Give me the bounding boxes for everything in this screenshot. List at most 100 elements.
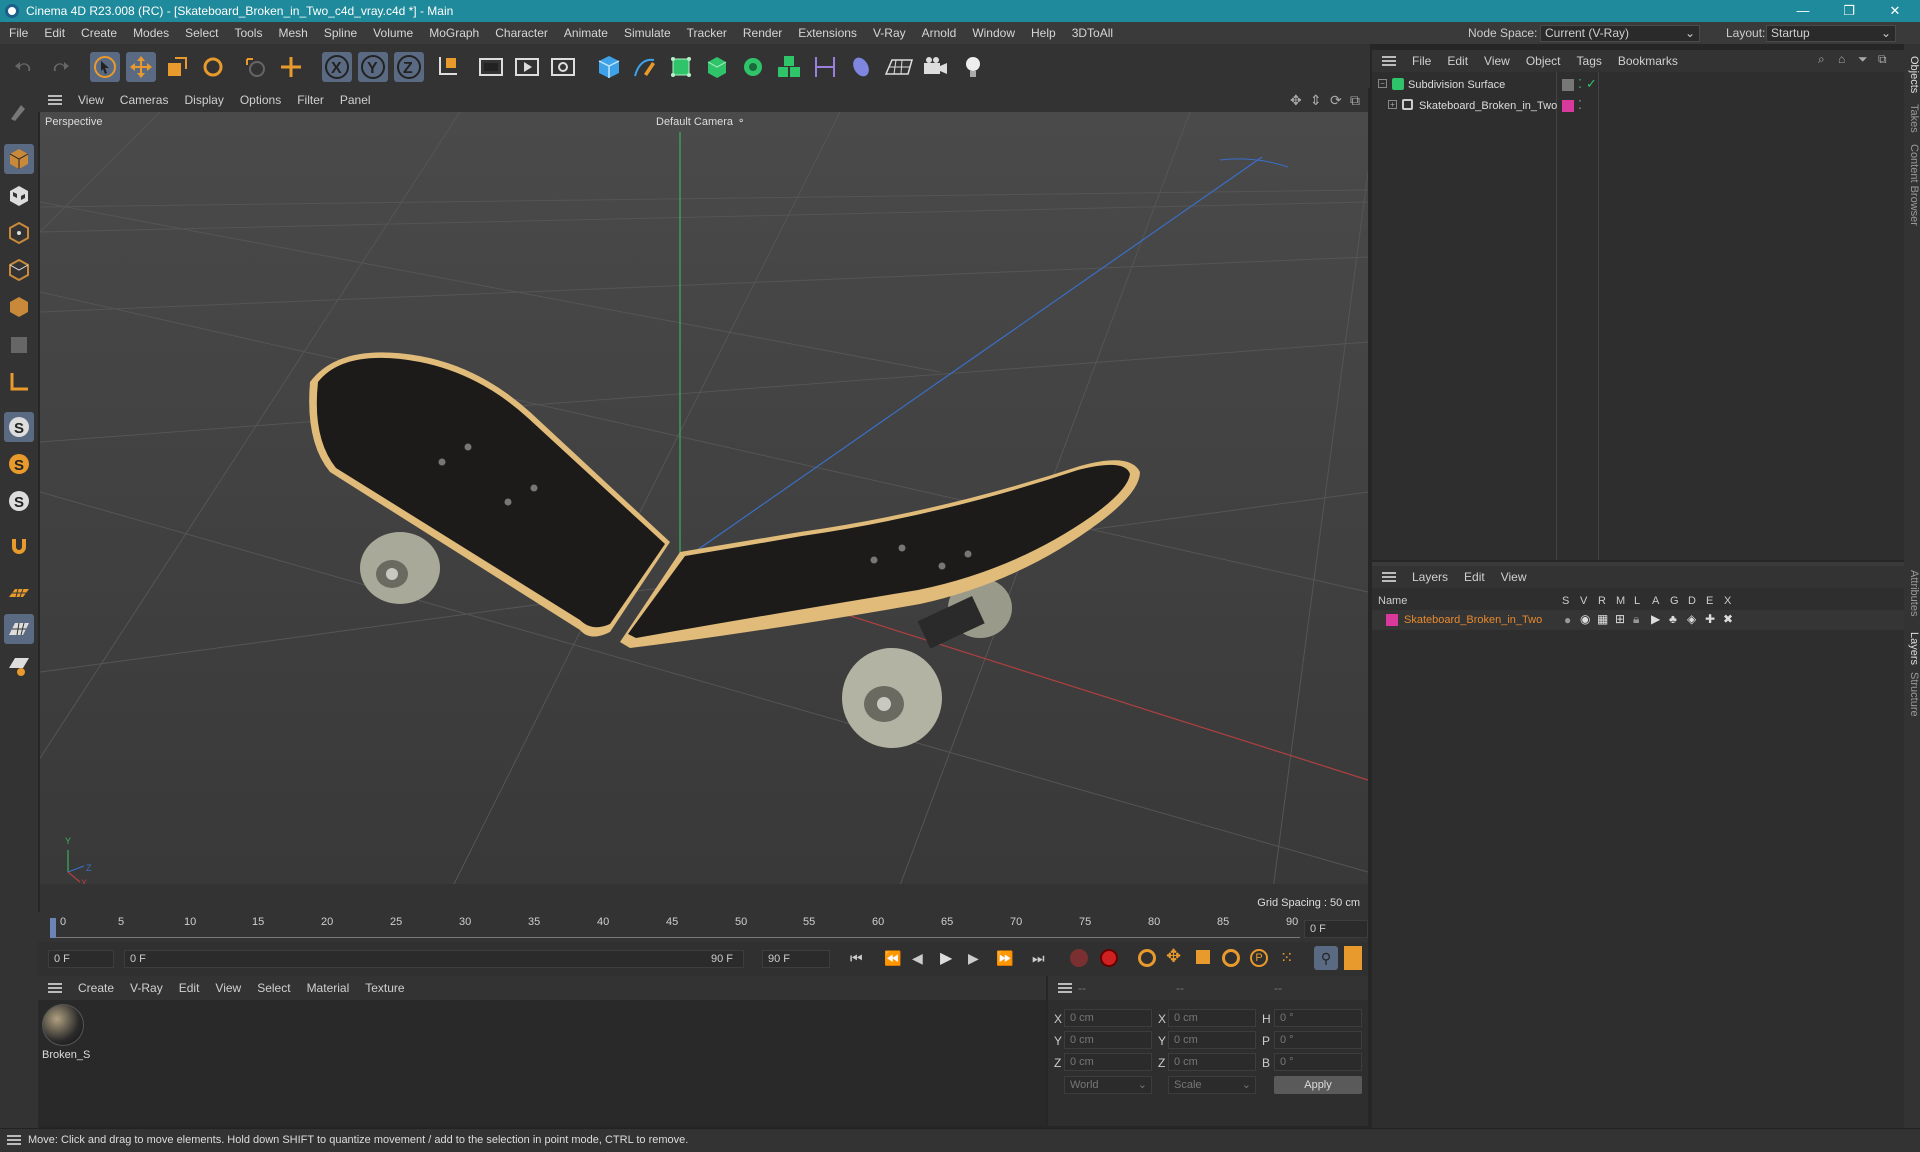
deformer-icon[interactable] [810, 52, 840, 82]
axis-mode-icon[interactable] [4, 367, 34, 397]
viewport-zoom-icon[interactable]: ⇕ [1310, 92, 1322, 109]
menu-arnold[interactable]: Arnold [914, 26, 965, 40]
3d-viewport[interactable]: Perspective Default Camera ⚬ Y Z X Grid … [40, 112, 1368, 912]
menu-mesh[interactable]: Mesh [270, 26, 315, 40]
menu-create[interactable]: Create [73, 26, 125, 40]
layers-col-xref[interactable]: X [1724, 595, 1731, 607]
previous-key-icon[interactable]: ⏪ [884, 950, 901, 967]
layer-animation-icon[interactable]: ▶ [1651, 612, 1660, 626]
layers-col-manager[interactable]: M [1616, 595, 1625, 607]
tab-content-browser[interactable]: Content Browser [1904, 144, 1920, 226]
viewport-menu-icon[interactable] [48, 95, 62, 105]
extrude-icon[interactable] [702, 52, 732, 82]
layer-manager-icon[interactable]: ⊞ [1615, 612, 1625, 626]
render-to-picture-viewer-icon[interactable] [512, 52, 542, 82]
menu-animate[interactable]: Animate [556, 26, 616, 40]
key-rotation-icon[interactable] [1222, 949, 1240, 967]
search-icon[interactable]: ⌕ [1818, 52, 1825, 67]
coord-system-dropdown[interactable]: World ⌄ [1064, 1076, 1152, 1094]
material-name[interactable]: Broken_S [42, 1049, 90, 1061]
viewport-menu-cameras[interactable]: Cameras [112, 93, 177, 107]
coord-mode-dropdown[interactable]: Scale ⌄ [1168, 1076, 1256, 1094]
undo-icon[interactable] [10, 52, 40, 82]
menu-window[interactable]: Window [964, 26, 1023, 40]
layer-xref-icon[interactable]: ✖ [1723, 612, 1733, 626]
paint-tool-icon[interactable] [4, 96, 34, 126]
layers-col-generators[interactable]: G [1670, 595, 1679, 607]
status-menu-icon[interactable] [7, 1135, 21, 1145]
x-axis-lock-icon[interactable]: X [322, 52, 352, 82]
viewport-maximize-icon[interactable]: ⧉ [1350, 92, 1360, 109]
layers-col-visible[interactable]: V [1580, 595, 1587, 607]
move-tool-icon[interactable] [126, 52, 156, 82]
scale-tool-icon[interactable] [162, 52, 192, 82]
menu-3dtoall[interactable]: 3DToAll [1064, 26, 1121, 40]
workplane-snap-icon[interactable]: S [4, 486, 34, 516]
layout-dropdown[interactable]: Startup ⌄ [1766, 25, 1896, 42]
coord-rot-h-field[interactable]: 0 ° [1274, 1009, 1362, 1027]
menu-render[interactable]: Render [735, 26, 790, 40]
render-view-icon[interactable] [476, 52, 506, 82]
layer-render-icon[interactable]: ▦ [1597, 612, 1608, 626]
apply-button[interactable]: Apply [1274, 1076, 1362, 1094]
layer-name[interactable]: Skateboard_Broken_in_Two [1404, 614, 1542, 626]
end-frame-field[interactable]: 90 F [762, 950, 830, 968]
previous-frame-icon[interactable]: ◀ [912, 950, 923, 967]
layers-menu-edit[interactable]: Edit [1456, 570, 1493, 584]
node-space-dropdown[interactable]: Current (V-Ray) ⌄ [1540, 25, 1700, 42]
auto-keying-icon[interactable] [1100, 949, 1118, 967]
go-to-start-icon[interactable]: ⏮ [850, 950, 863, 967]
subdivision-surface-icon[interactable] [666, 52, 696, 82]
filter-icon[interactable]: ⏷ [1858, 52, 1868, 67]
menu-volume[interactable]: Volume [365, 26, 421, 40]
uv-mode-icon[interactable] [4, 330, 34, 360]
coordinate-system-icon[interactable] [432, 52, 462, 82]
material-menu-view[interactable]: View [207, 981, 249, 995]
viewport-menu-view[interactable]: View [70, 93, 112, 107]
viewport-rotate-icon[interactable]: ⟳ [1330, 92, 1342, 109]
workplane-icon[interactable] [4, 578, 34, 608]
material-thumbnail[interactable] [42, 1004, 84, 1046]
objects-menu-object[interactable]: Object [1518, 54, 1569, 68]
layers-col-solo[interactable]: S [1562, 595, 1569, 607]
magnet-tool-icon[interactable] [4, 532, 34, 562]
menu-spline[interactable]: Spline [316, 26, 365, 40]
snap-enable-icon[interactable]: S [4, 412, 34, 442]
viewport-menu-filter[interactable]: Filter [289, 93, 332, 107]
locked-workplane-icon[interactable] [4, 651, 34, 681]
material-menu-texture[interactable]: Texture [357, 981, 412, 995]
scheme-icon[interactable]: ⚲ [1314, 946, 1338, 970]
points-mode-icon[interactable] [4, 218, 34, 248]
coord-rot-p-field[interactable]: 0 ° [1274, 1031, 1362, 1049]
layer-color-swatch[interactable] [1562, 100, 1574, 112]
mograph-cubes-icon[interactable] [774, 52, 804, 82]
visibility-dots-icon[interactable]: ⁚ [1578, 77, 1582, 91]
cloner-icon[interactable] [738, 52, 768, 82]
play-icon[interactable]: ▶ [940, 948, 952, 968]
object-row-subdivision[interactable]: − Subdivision Surface ⁚ ✓ [1372, 76, 1904, 96]
visibility-dots-icon[interactable]: ⁚ [1578, 98, 1582, 112]
layers-col-animation[interactable]: A [1652, 595, 1659, 607]
layers-col-render[interactable]: R [1598, 595, 1606, 607]
z-axis-lock-icon[interactable]: Z [394, 52, 424, 82]
objects-menu-file[interactable]: File [1404, 54, 1439, 68]
redo-icon[interactable] [44, 52, 74, 82]
key-scale-icon[interactable] [1196, 950, 1210, 964]
collapse-icon[interactable]: − [1378, 79, 1387, 88]
playhead[interactable] [50, 918, 56, 938]
close-button[interactable]: ✕ [1872, 0, 1918, 22]
menu-file[interactable]: File [0, 26, 36, 40]
camera-icon[interactable]: ⚬ [737, 116, 745, 127]
menu-character[interactable]: Character [487, 26, 556, 40]
next-key-icon[interactable]: ⏩ [996, 950, 1013, 967]
edges-mode-icon[interactable] [4, 255, 34, 285]
tab-layers[interactable]: Layers [1904, 632, 1920, 665]
current-frame-field[interactable]: 0 F [1304, 920, 1368, 938]
coord-pos-y-field[interactable]: 0 cm [1064, 1031, 1152, 1049]
layer-visible-eye-icon[interactable]: ◉ [1580, 612, 1590, 626]
objects-menu-tags[interactable]: Tags [1569, 54, 1610, 68]
texture-mode-icon[interactable] [4, 181, 34, 211]
coord-rot-b-field[interactable]: 0 ° [1274, 1053, 1362, 1071]
tag-icon[interactable] [1562, 79, 1574, 91]
live-selection-icon[interactable] [276, 52, 306, 82]
